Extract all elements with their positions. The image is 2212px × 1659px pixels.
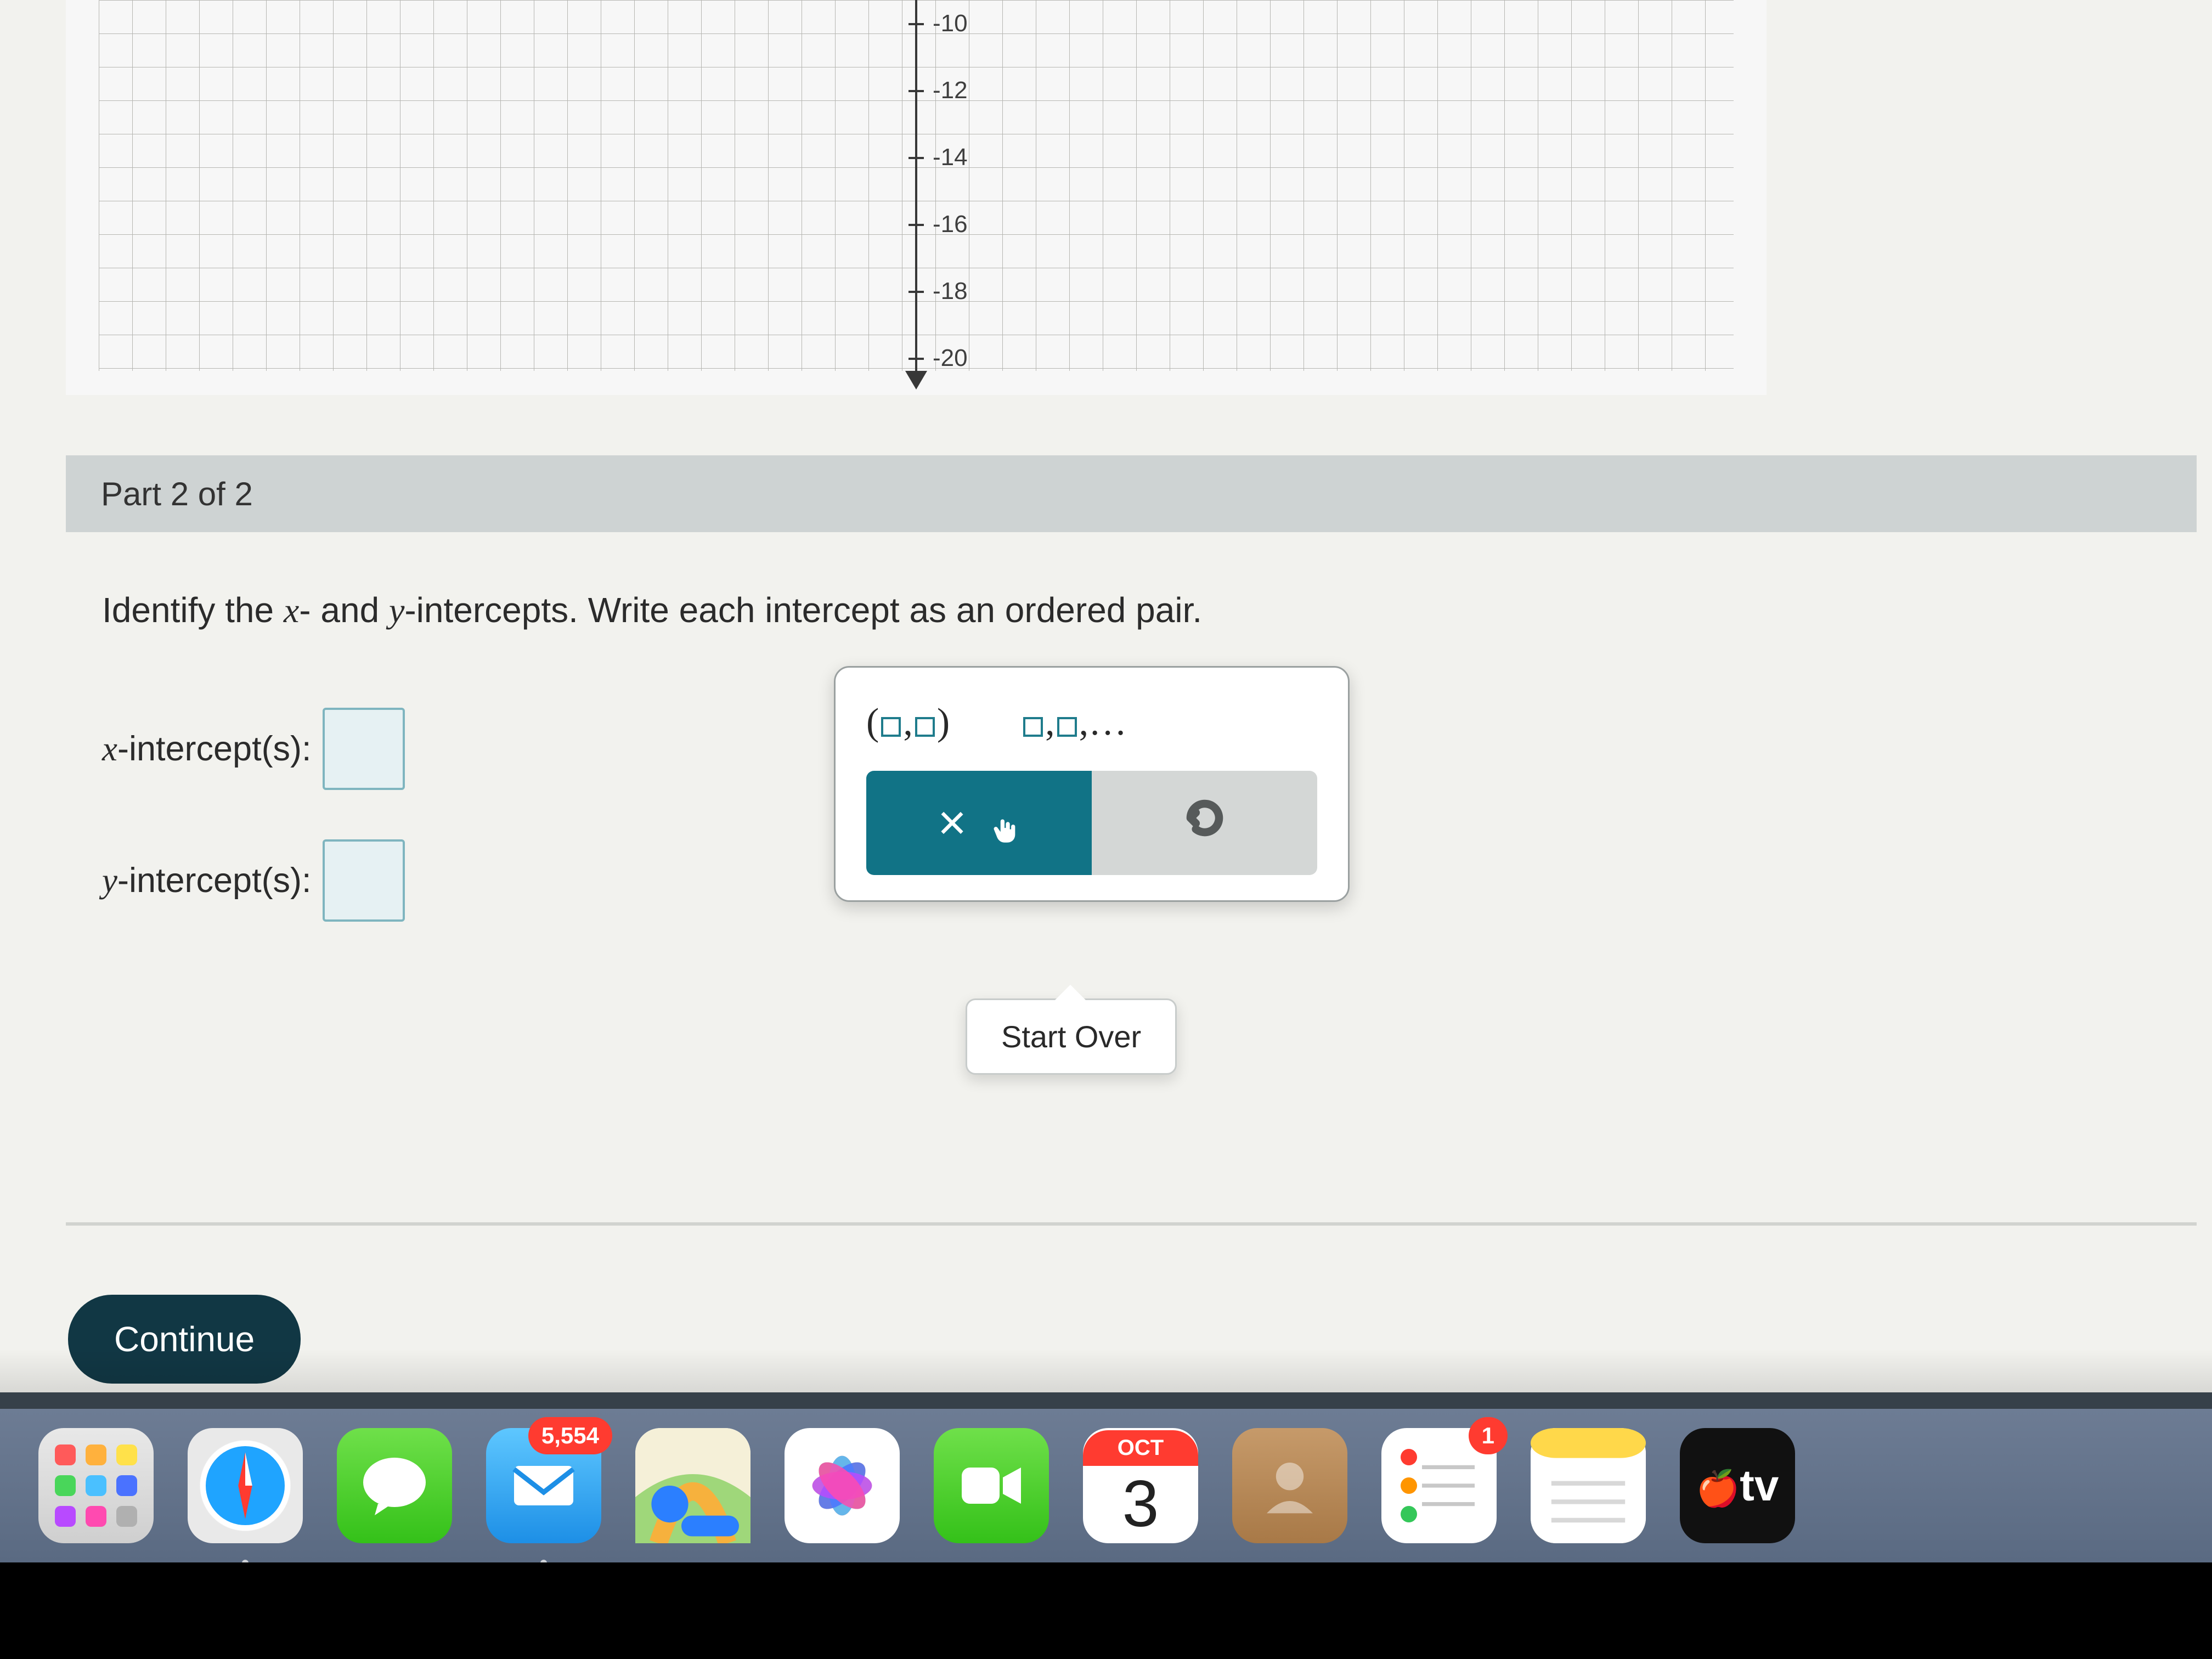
macos-dock: 5,554 OCT: [0, 1409, 2212, 1562]
y-intercept-var: y: [102, 861, 117, 901]
tv-label: tv: [1740, 1461, 1779, 1510]
dock-facetime-icon[interactable]: [934, 1428, 1049, 1543]
y-intercept-label: -intercept(s):: [117, 861, 312, 900]
tick-label: -18: [933, 278, 968, 305]
dock-photos-icon[interactable]: [785, 1428, 900, 1543]
dock-contacts-icon[interactable]: [1232, 1428, 1347, 1543]
x-intercept-label: -intercept(s):: [117, 729, 312, 769]
dock-messages-icon[interactable]: [337, 1428, 452, 1543]
question-fragment: - and: [299, 590, 389, 630]
tooltip-text: Start Over: [1001, 1019, 1141, 1054]
y-intercept-row: y-intercept(s):: [102, 839, 405, 922]
palette-undo-button[interactable]: [1092, 771, 1317, 875]
palette-ordered-pair-button[interactable]: (,): [866, 701, 950, 744]
x-intercept-var: x: [102, 729, 117, 769]
palette-clear-button[interactable]: ×: [866, 771, 1092, 875]
question-fragment: Identify the: [102, 590, 284, 630]
undo-icon: [1183, 797, 1226, 850]
dock-notes-icon[interactable]: [1531, 1428, 1646, 1543]
dock-safari-icon[interactable]: [188, 1428, 303, 1543]
part-header: Part 2 of 2: [66, 455, 2197, 532]
dock-calendar-icon[interactable]: OCT 3: [1083, 1428, 1198, 1543]
tick-label: -12: [933, 77, 968, 104]
x-intercept-row: x-intercept(s):: [102, 708, 405, 790]
hand-cursor-icon: [989, 807, 1020, 839]
mail-badge: 5,554: [528, 1417, 612, 1454]
dock-appletv-icon[interactable]: 🍎tv: [1680, 1428, 1795, 1543]
y-intercept-input[interactable]: [323, 839, 405, 922]
question-var-y: y: [389, 591, 404, 630]
tick-label: -14: [933, 144, 968, 171]
clear-x-icon: ×: [938, 795, 967, 851]
question-text: Identify the x- and y-intercepts. Write …: [102, 586, 2179, 635]
calendar-month: OCT: [1083, 1430, 1198, 1466]
dock-launchpad-icon[interactable]: [38, 1428, 154, 1543]
start-over-tooltip: Start Over: [966, 998, 1177, 1075]
below-screen-black: [0, 1562, 2212, 1659]
dock-reminders-icon[interactable]: 1: [1381, 1428, 1497, 1543]
dock-mail-icon[interactable]: 5,554: [486, 1428, 601, 1543]
palette-list-button[interactable]: ,,…: [1021, 701, 1127, 744]
reminders-badge: 1: [1469, 1417, 1508, 1454]
question-var-x: x: [284, 591, 299, 630]
dock-maps-icon[interactable]: [635, 1428, 751, 1543]
section-divider: [66, 1222, 2197, 1226]
input-palette: (,) ,,… ×: [834, 666, 1350, 902]
y-axis-ticks: -10 -12 -14 -16 -18 -20: [916, 0, 1026, 371]
tick-label: -20: [933, 345, 968, 372]
tick-label: -10: [933, 10, 968, 37]
graph-panel: -10 -12 -14 -16 -18 -20: [66, 0, 1767, 395]
tick-label: -16: [933, 211, 968, 238]
x-intercept-input[interactable]: [323, 708, 405, 790]
calendar-day: 3: [1122, 1466, 1159, 1542]
axis-arrow-down-icon: [905, 371, 927, 390]
part-header-text: Part 2 of 2: [101, 475, 253, 513]
question-fragment: -intercepts. Write each intercept as an …: [404, 590, 1202, 630]
